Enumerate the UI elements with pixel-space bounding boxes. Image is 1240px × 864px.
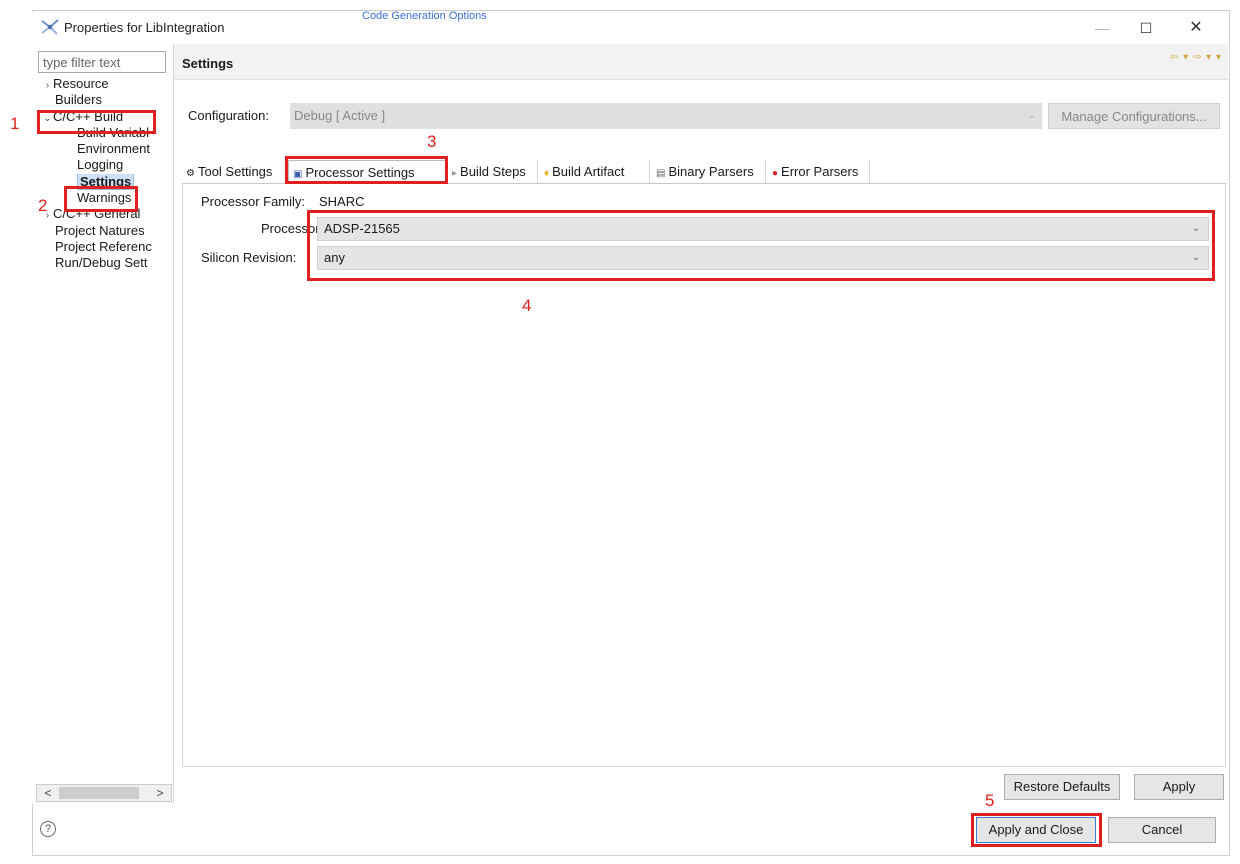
tree-item-project-references[interactable]: Project Referenc (32, 239, 172, 255)
highlight-box-apply-close (971, 813, 1102, 847)
tree-item-environment[interactable]: Environment (32, 141, 172, 157)
tree-item-project-natures[interactable]: Project Natures (32, 223, 172, 239)
properties-app-icon (41, 19, 59, 35)
annotation-number: 3 (427, 132, 437, 151)
properties-navigation: ›Resource Builders ⌄C/C++ Build Build Va… (32, 44, 172, 804)
tool-settings-icon: ⚙ (186, 168, 195, 179)
background-window-title: Code Generation Options (362, 10, 487, 22)
tree-item-builders[interactable]: Builders (32, 92, 172, 108)
manage-configurations-button[interactable]: Manage Configurations... (1048, 103, 1220, 129)
page-title: Settings (182, 56, 234, 71)
highlight-box-c-build (37, 110, 156, 134)
minimize-button[interactable]: — (1084, 16, 1120, 40)
properties-tree: › Resource Builders ⌄C/C++ Build Build Va… (32, 76, 172, 272)
configuration-label: Configuration: (188, 108, 269, 123)
panel-divider[interactable] (173, 44, 174, 804)
annotation-number: 2 (38, 196, 48, 215)
nav-back-forward-icon[interactable]: ⇦ ▾ ⇨ ▾ ▾ (1170, 52, 1222, 63)
tree-item-logging[interactable]: Logging (32, 157, 172, 173)
scroll-right-icon[interactable]: > (151, 785, 169, 801)
processor-family-value: SHARC (319, 194, 365, 209)
help-icon[interactable]: ? (40, 821, 56, 837)
scroll-left-icon[interactable]: < (39, 785, 57, 801)
scroll-thumb[interactable] (59, 787, 139, 799)
tab-error-parsers[interactable]: ● Error Parsers (768, 160, 870, 184)
cancel-button[interactable]: Cancel (1108, 817, 1216, 843)
tab-build-steps[interactable]: ▸ Build Steps (448, 160, 538, 184)
highlight-box-settings (64, 186, 138, 212)
highlight-box-processor-tab (285, 156, 448, 184)
tree-item-run-debug-settings[interactable]: Run/Debug Sett (32, 255, 172, 271)
tab-binary-parsers[interactable]: ▤ Binary Parsers (652, 160, 766, 184)
processor-family-label: Processor Family: (201, 194, 306, 209)
tab-build-artifact[interactable]: ♦ Build Artifact (540, 160, 650, 184)
error-parsers-icon: ● (772, 168, 779, 179)
maximize-button[interactable]: ☐ (1128, 16, 1164, 40)
apply-button[interactable]: Apply (1134, 774, 1224, 800)
page-header: Settings ⇦ ▾ ⇨ ▾ ▾ (174, 44, 1228, 80)
annotation-number: 4 (522, 296, 532, 315)
tab-tool-settings[interactable]: ⚙ Tool Settings (182, 160, 286, 184)
chevron-down-icon: ⌄ (1027, 110, 1036, 121)
annotation-number: 5 (985, 791, 995, 810)
title-bar: Properties for LibIntegration Code Gener… (32, 10, 1228, 44)
tree-item-resource[interactable]: › Resource (32, 76, 172, 92)
build-artifact-icon: ♦ (544, 168, 550, 179)
annotation-number: 1 (10, 114, 20, 133)
configuration-select[interactable]: Debug [ Active ] ⌄ (290, 103, 1042, 129)
tree-horizontal-scrollbar[interactable]: < > (36, 784, 172, 802)
build-steps-icon: ▸ (452, 168, 458, 179)
configuration-row: Configuration: Debug [ Active ] ⌄ Manage… (182, 102, 1224, 129)
close-window-button[interactable]: ✕ (1178, 16, 1214, 40)
silicon-revision-label: Silicon Revision: (201, 250, 297, 265)
filter-input[interactable] (38, 51, 166, 73)
expand-chevron-icon[interactable]: › (42, 78, 53, 92)
highlight-box-processor-fields (307, 210, 1215, 281)
binary-parsers-icon: ▤ (656, 168, 666, 179)
window-title: Properties for LibIntegration (64, 20, 225, 35)
restore-defaults-button[interactable]: Restore Defaults (1004, 774, 1120, 800)
